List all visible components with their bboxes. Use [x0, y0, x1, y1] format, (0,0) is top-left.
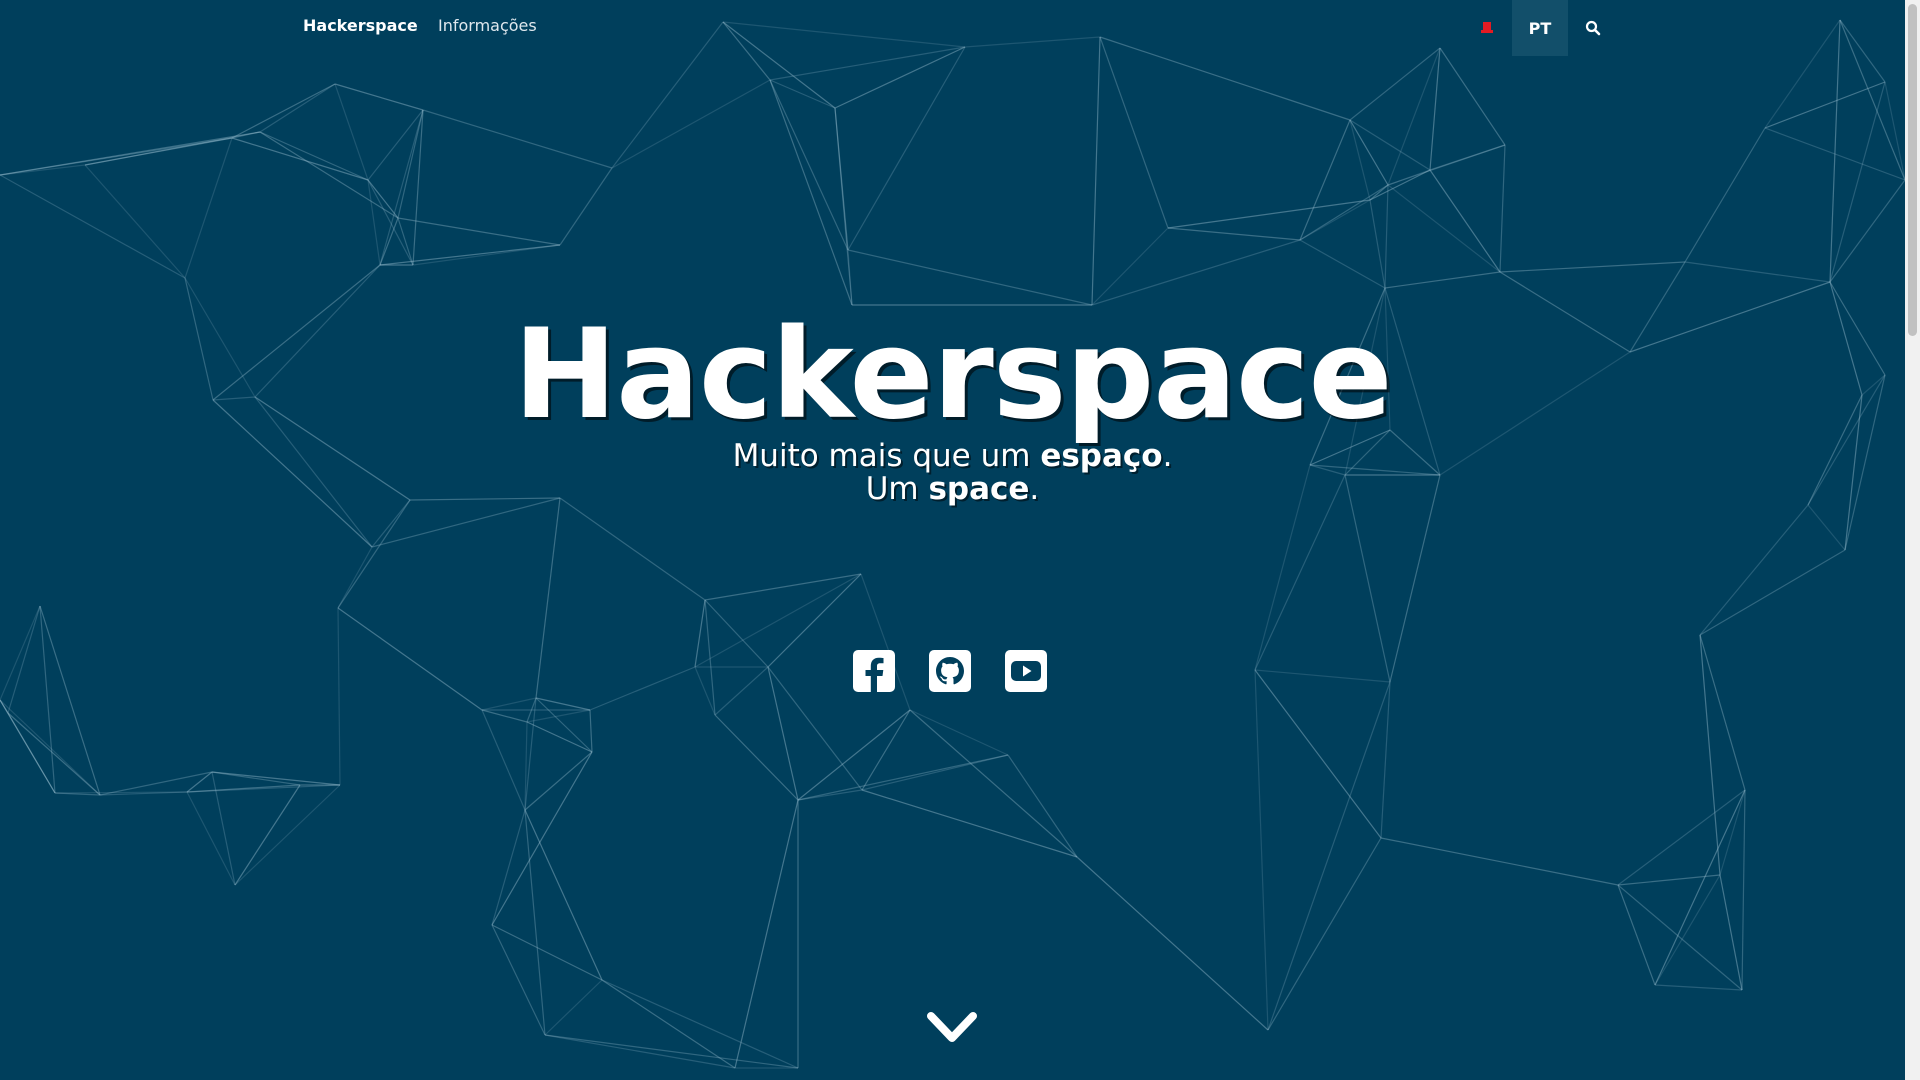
- page-scrollbar[interactable]: [1905, 0, 1920, 1080]
- social-links: [853, 650, 1047, 692]
- tagline-line-2: Um space.: [865, 471, 1040, 507]
- scrollbar-thumb[interactable]: [1908, 4, 1917, 336]
- github-icon[interactable]: [929, 650, 971, 692]
- tagline-line-1: Muito mais que um espaço.: [732, 438, 1173, 474]
- chevron-down-icon[interactable]: [925, 1008, 979, 1048]
- hero-section: Hackerspace Muito mais que um espaço. Um…: [0, 0, 1905, 1080]
- hero-tagline: Muito mais que um espaço. Um space.: [0, 440, 1905, 506]
- facebook-icon[interactable]: [853, 650, 895, 692]
- hero-title: Hackerspace: [513, 303, 1392, 447]
- youtube-icon[interactable]: [1005, 650, 1047, 692]
